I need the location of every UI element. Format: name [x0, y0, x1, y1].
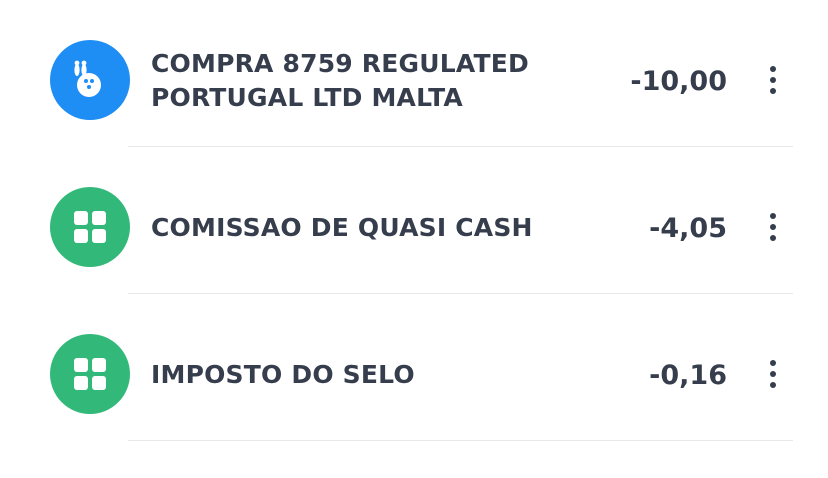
grid-icon: [50, 187, 130, 267]
transaction-description: COMPRA 8759 REGULATED PORTUGAL LTD MALTA: [151, 49, 529, 112]
transaction-amount: -4,05: [649, 212, 727, 244]
bowling-icon: [50, 40, 130, 120]
transaction-row[interactable]: IMPOSTO DO SELO -0,16: [0, 294, 828, 441]
more-options-icon[interactable]: [757, 207, 789, 247]
grid-icon: [50, 334, 130, 414]
transaction-amount: -0,16: [649, 359, 727, 391]
transaction-description: COMISSAO DE QUASI CASH: [151, 213, 533, 242]
transaction-row[interactable]: COMISSAO DE QUASI CASH -4,05: [0, 147, 828, 294]
transaction-description: IMPOSTO DO SELO: [151, 360, 415, 389]
transaction-amount: -10,00: [630, 65, 727, 97]
transaction-list: COMPRA 8759 REGULATED PORTUGAL LTD MALTA…: [0, 0, 828, 478]
row-divider: [128, 440, 793, 441]
more-options-icon[interactable]: [757, 60, 789, 100]
transaction-row[interactable]: COMPRA 8759 REGULATED PORTUGAL LTD MALTA…: [0, 0, 828, 147]
more-options-icon[interactable]: [757, 354, 789, 394]
